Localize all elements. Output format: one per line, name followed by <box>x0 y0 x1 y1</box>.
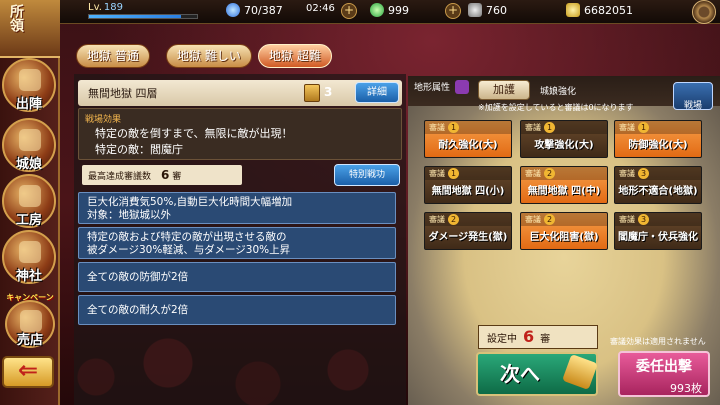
stage-title: 無間地獄 四層 <box>78 80 402 106</box>
sidebar-item-castle-girls[interactable]: 城娘 <box>2 118 56 172</box>
girl-icon <box>19 129 41 151</box>
level-display: Lv. 189 <box>88 2 123 13</box>
blessing-note: ※加護を設定していると審議は0になります <box>478 103 634 112</box>
card-header: 審議 1 <box>615 121 701 134</box>
effect-line-1: 特定の敵を倒すまで、無限に敵が出現！ <box>95 127 293 140</box>
deliberation-card[interactable]: 審議 1 防御強化(大) <box>614 120 702 158</box>
anvil-icon <box>19 185 41 207</box>
deliberation-card[interactable]: 審議 2 ダメージ発生(獄) <box>424 212 512 250</box>
battlefield-effect: 戦場効果 特定の敵を倒すまで、無限に敵が出現！ 特定の敵：閻魔庁 <box>78 108 402 160</box>
card-name: 耐久強化(大) <box>438 140 498 151</box>
card-name: 無間地獄 四(中) <box>527 186 601 197</box>
gold-display: 6682051 <box>566 3 633 17</box>
deliberation-card[interactable]: 審議 3 地形不適合(地獄) <box>614 166 702 204</box>
deliberation-card[interactable]: 審議 1 攻撃強化(大) <box>520 120 608 158</box>
add-stamina-button[interactable]: + <box>341 3 357 19</box>
effect-item: 全ての敵の耐久が2倍 <box>78 295 396 325</box>
card-name: 巨大化阻害(獄) <box>529 232 599 243</box>
pot-icon <box>468 3 482 17</box>
card-name: 攻撃強化(大) <box>534 140 594 151</box>
no-apply-note: 審議効果は適用されません <box>610 337 706 346</box>
castle-home-button[interactable]: 所領 <box>0 0 60 58</box>
top-bar: Lv. 189 70/387 02:46 + 999 + 760 6682051 <box>0 0 720 24</box>
blessing-desc: 城娘強化 <box>540 87 577 97</box>
gold-icon <box>566 3 580 17</box>
terrain-label: 地形属性 <box>414 83 451 93</box>
domain-title: 所領 <box>8 4 24 32</box>
special-merit-button[interactable]: 特別戦功 <box>334 164 400 186</box>
card-name: 閻魔庁・伏兵強化 <box>618 232 698 243</box>
tab-hell-super-hard[interactable]: 地獄 超難 <box>258 44 332 68</box>
card-header: 審議 2 <box>425 213 511 226</box>
scroll-icon <box>304 84 320 102</box>
card-header: 審議 1 <box>425 121 511 134</box>
card-header: 審議 3 <box>615 213 701 226</box>
sidebar-item-sortie[interactable]: 出陣 <box>2 58 56 112</box>
card-header: 審議 3 <box>615 167 701 180</box>
sidebar-item-shrine[interactable]: 神社 <box>2 230 56 284</box>
green-gem-icon <box>370 3 384 17</box>
stamina-icon <box>226 3 240 17</box>
effect-item: 巨大化消費気50%,自動巨大化時間大幅増加 対象：地獄城以外 <box>78 192 396 224</box>
sidebar-item-shop[interactable]: 売店 <box>5 300 55 348</box>
card-name: ダメージ発生(獄) <box>428 232 508 243</box>
deliberation-card[interactable]: 審議 2 巨大化阻害(獄) <box>520 212 608 250</box>
card-header: 審議 2 <box>521 213 607 226</box>
pot-display: 760 <box>468 3 507 17</box>
effect-line-2: 特定の敵：閻魔庁 <box>95 143 183 156</box>
deliberation-card[interactable]: 審議 3 閻魔庁・伏兵強化 <box>614 212 702 250</box>
card-header: 審議 2 <box>521 167 607 180</box>
exp-bar <box>88 14 198 19</box>
green-gem-display: 999 <box>370 3 409 17</box>
torii-icon <box>19 241 41 263</box>
terrain-icon <box>455 80 469 94</box>
stamina-display: 70/387 <box>226 3 283 17</box>
helmet-icon <box>19 69 41 91</box>
add-gem-button[interactable]: + <box>445 3 461 19</box>
effect-item: 全ての敵の防御が2倍 <box>78 262 396 292</box>
card-name: 地形不適合(地獄) <box>618 186 698 197</box>
detail-button[interactable]: 詳細 <box>355 82 399 103</box>
card-name: 無間地獄 四(小) <box>431 186 505 197</box>
setting-count: 設定中 6 審 <box>478 325 598 349</box>
scroll-count: 3 <box>324 85 333 99</box>
card-name: 防御強化(大) <box>628 140 688 151</box>
tab-hell-hard[interactable]: 地獄 難しい <box>166 44 252 68</box>
sidebar: 所領 出陣 城娘 工房 神社 キャンペーン 売店 ⇐ <box>0 0 60 405</box>
max-deliberation: 最高達成審議数 6 審 <box>82 165 242 185</box>
back-button[interactable]: ⇐ <box>2 356 54 388</box>
deliberation-card[interactable]: 審議 2 無間地獄 四(中) <box>520 166 608 204</box>
deliberation-card[interactable]: 審議 1 耐久強化(大) <box>424 120 512 158</box>
deliberation-card[interactable]: 審議 1 無間地獄 四(小) <box>424 166 512 204</box>
effect-item: 特定の敵および特定の敵が出現させる敵の 被ダメージ30%軽減、与ダメージ30%上昇 <box>78 227 396 259</box>
battlefield-effect-label: 戦場効果 <box>85 115 122 125</box>
timer: 02:46 <box>306 3 335 14</box>
battlefield-button[interactable]: 戦場 <box>673 82 713 111</box>
sidebar-item-workshop[interactable]: 工房 <box>2 174 56 228</box>
tab-hell-normal[interactable]: 地獄 普通 <box>76 44 150 68</box>
delegate-sortie-button[interactable]: 委任出撃 993枚 <box>618 351 710 397</box>
blessing-button[interactable]: 加護 <box>478 80 530 100</box>
gear-icon[interactable] <box>692 0 716 24</box>
card-header: 審議 1 <box>425 167 511 180</box>
card-header: 審議 1 <box>521 121 607 134</box>
